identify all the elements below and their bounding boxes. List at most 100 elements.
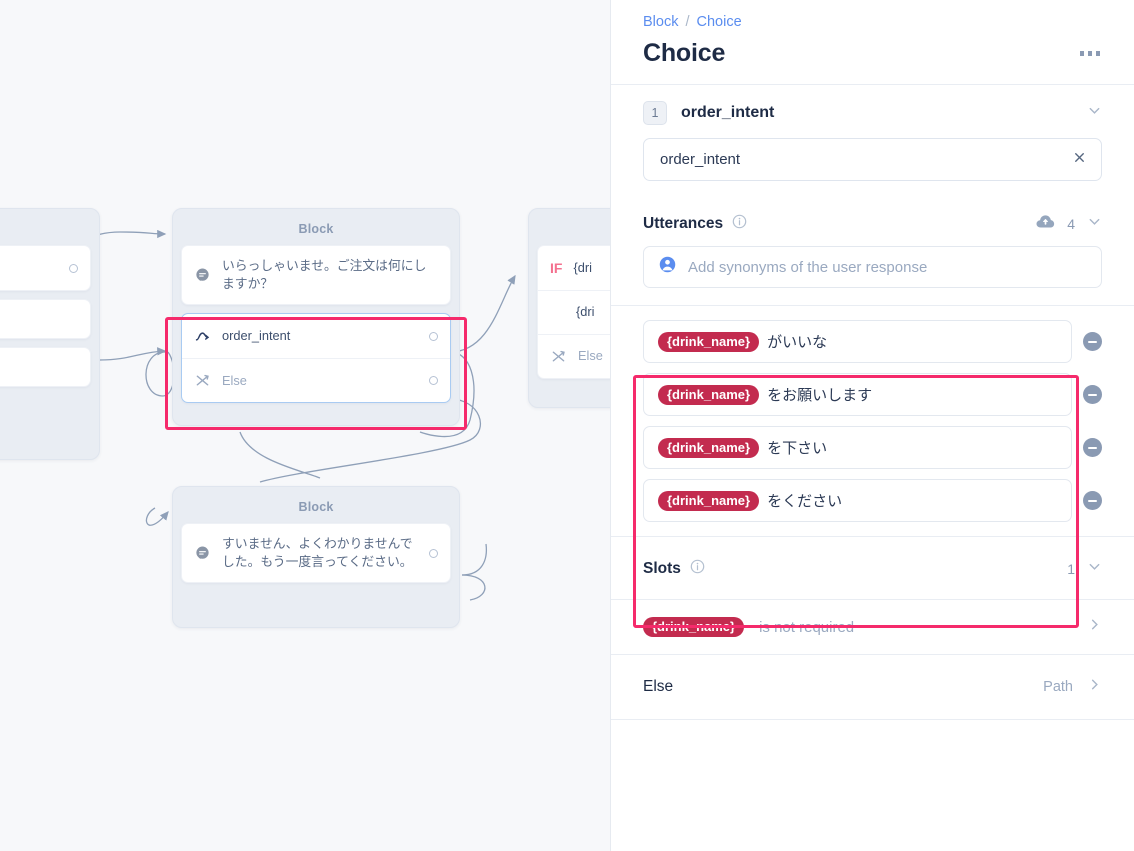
node-card-message[interactable]: すいません、よくわかりませんでした。もう一度言ってください。 [181,523,451,584]
slots-label: Slots [643,560,681,577]
intent-header[interactable]: 1 order_intent [643,85,1102,138]
card-row-if-else[interactable]: Else [538,334,610,378]
node-card-choice[interactable]: order_intent Else [181,313,451,404]
card-row-message[interactable]: すいません、よくわかりませんでした。もう一度言ってください。 [182,524,450,582]
slot-chip[interactable]: {drink_name} [658,437,760,458]
utterances-header: Utterances 4 [643,201,1102,246]
flow-node-if-block[interactable]: IF {dri {dri Else [528,208,610,408]
slot-chip[interactable]: {drink_name} [643,617,745,637]
speech-bubble-icon [194,267,211,284]
details-panel: Block / Choice Choice 1 order_intent ord… [610,0,1134,851]
remove-utterance-button[interactable] [1083,438,1102,457]
intent-icon [194,328,211,345]
remove-utterance-button[interactable] [1083,491,1102,510]
chevron-down-icon[interactable] [1087,214,1102,234]
intent-number-badge: 1 [643,101,667,125]
chevron-right-icon[interactable] [1087,617,1102,637]
slots-section: Slots 1 {drink_name} is not required Els… [611,536,1134,720]
card-row[interactable]: ナンプル [0,246,90,290]
slot-chip[interactable]: {drink_name} [658,490,760,511]
utterance-input[interactable]: {drink_name} がいいな [643,320,1072,363]
node-title [0,217,91,245]
utterance-row[interactable]: {drink_name} をお願いします [643,373,1102,416]
panel-header: Block / Choice Choice [611,0,1134,84]
chevron-down-icon[interactable] [1087,103,1102,123]
node-title: Block [298,500,334,514]
flow-node-left-partial[interactable]: ナンプル [0,208,100,460]
remove-utterance-button[interactable] [1083,385,1102,404]
intent-name: order_intent [681,104,775,121]
utterance-row[interactable]: {drink_name} をください [643,479,1102,522]
info-icon[interactable] [732,214,747,234]
card-row-if[interactable]: IF {dri [538,246,610,290]
output-port[interactable] [429,331,438,341]
breadcrumb: Block / Choice [643,14,1102,30]
utterances-count: 4 [1067,216,1075,232]
card-label: Else [578,348,603,364]
panel-title-row: Choice [643,30,1102,84]
node-title: Block [298,222,334,236]
card-row-else[interactable]: Else [182,358,450,402]
page-title: Choice [643,39,726,67]
slots-header: Slots 1 [643,537,1102,599]
card-label: order_intent [222,328,291,344]
else-value: Path [1043,679,1073,695]
card-row-message[interactable]: いらっしゃいませ。ご注文は何にしますか？ [182,246,450,304]
utterance-text[interactable]: を下さい [767,437,827,458]
utterance-row[interactable]: {drink_name} がいいな [643,320,1102,363]
else-label: Else [643,678,674,695]
cloud-upload-icon[interactable] [1036,214,1055,234]
card-label: {dri [573,259,592,275]
speech-bubble-icon [194,545,211,562]
slot-row[interactable]: {drink_name} is not required [643,600,1102,654]
breadcrumb-current[interactable]: Choice [697,14,742,30]
node-card[interactable]: ナンプル [0,245,91,291]
card-row-order-intent[interactable]: order_intent [182,314,450,358]
divider [611,719,1134,720]
else-row[interactable]: Else Path [643,655,1102,719]
shuffle-icon [550,348,567,365]
card-label: Else [222,372,247,388]
intent-name-value[interactable]: order_intent [660,151,1072,168]
close-icon[interactable] [1072,150,1087,170]
output-port[interactable] [69,263,78,273]
node-title [537,217,610,245]
intent-name-input[interactable]: order_intent [643,138,1102,181]
utterance-input[interactable]: {drink_name} をください [643,479,1072,522]
flow-node-fallback-block[interactable]: Block すいません、よくわかりませんでした。もう一度言ってください。 [172,486,460,628]
card-label: {dri [576,304,595,320]
output-port[interactable] [429,548,438,558]
card-row-if-2[interactable]: {dri [538,290,610,334]
synonym-input[interactable]: Add synonyms of the user response [643,246,1102,288]
slot-requirement: is not required [759,618,855,636]
info-icon[interactable] [690,559,705,579]
utterance-input[interactable]: {drink_name} をお願いします [643,373,1072,416]
breadcrumb-separator: / [685,14,690,30]
shuffle-icon [194,372,211,389]
synonym-placeholder: Add synonyms of the user response [688,258,928,276]
slots-count: 1 [1067,561,1075,577]
node-card-message[interactable]: いらっしゃいませ。ご注文は何にしますか？ [181,245,451,306]
utterances-label: Utterances [643,215,724,232]
utterance-text[interactable]: がいいな [767,331,827,352]
utterance-text[interactable]: をお願いします [767,384,872,405]
chevron-right-icon[interactable] [1087,677,1102,697]
slot-chip[interactable]: {drink_name} [658,384,760,405]
node-card[interactable] [0,347,91,387]
remove-utterance-button[interactable] [1083,332,1102,351]
utterance-input[interactable]: {drink_name} を下さい [643,426,1072,469]
breadcrumb-parent[interactable]: Block [643,14,678,30]
card-label: いらっしゃいませ。ご注文は何にしますか？ [222,258,427,292]
slot-chip[interactable]: {drink_name} [658,331,760,352]
flow-canvas[interactable]: ナンプル Block いらっしゃいませ。ご注文は何にしますか？ [0,0,610,851]
utterance-text[interactable]: をください [767,490,842,511]
utterances-list: {drink_name} がいいな {drink_name} をお願いします {… [611,306,1134,522]
node-card-if[interactable]: IF {dri {dri Else [537,245,610,379]
card-label: ナンプル [0,259,58,277]
kebab-menu-icon[interactable] [1078,43,1103,64]
output-port[interactable] [429,376,438,386]
node-card[interactable] [0,299,91,339]
chevron-down-icon[interactable] [1087,559,1102,579]
flow-node-greeting-block[interactable]: Block いらっしゃいませ。ご注文は何にしますか？ order_intent … [172,208,460,426]
utterance-row[interactable]: {drink_name} を下さい [643,426,1102,469]
